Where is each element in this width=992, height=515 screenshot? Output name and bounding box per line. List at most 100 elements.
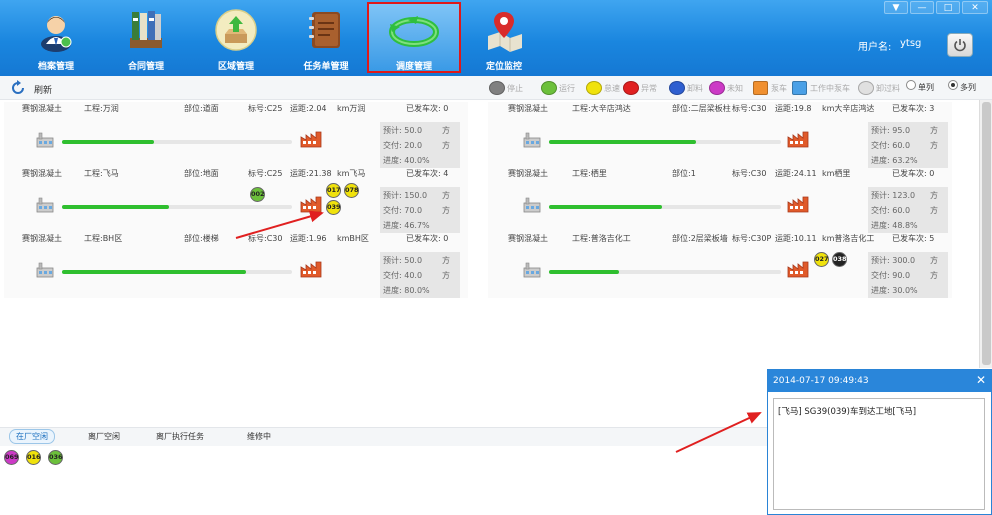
task-company: 赛钢混凝土 xyxy=(22,234,62,243)
truck-badge[interactable]: 036 xyxy=(48,450,63,465)
maximize-button[interactable]: □ xyxy=(936,1,960,14)
tab-out-plant-idle[interactable]: 离厂空闲 xyxy=(88,431,120,442)
task-part: 部位:楼梯 xyxy=(184,234,219,243)
progress-bar xyxy=(549,270,781,274)
nav-region[interactable]: 区域管理 xyxy=(194,4,278,72)
legend-swatch xyxy=(858,81,874,95)
scrollbar-thumb[interactable] xyxy=(982,102,991,365)
minimize-button[interactable]: — xyxy=(910,1,934,14)
truck-badge[interactable]: 038 xyxy=(832,252,847,267)
map-pin-icon xyxy=(482,8,526,52)
task-site-name: km栖里 xyxy=(822,169,851,178)
nav-label: 调度管理 xyxy=(395,62,432,72)
logout-button[interactable] xyxy=(947,33,973,57)
binders-icon xyxy=(124,8,168,52)
view-multi-label[interactable]: 多列 xyxy=(960,82,976,93)
top-nav-bar: ▼ — □ ✕ 档案管理 合同管理 区域管理 任务单管理 调度管理 定位监控 用… xyxy=(0,0,992,76)
task-trips: 已发车次: 5 xyxy=(892,234,935,243)
stat-unit: 方 xyxy=(930,126,938,135)
stat-unit: 方 xyxy=(442,191,450,200)
task-distance: 运距:1.96 xyxy=(290,234,327,243)
task-distance: 运距:2.04 xyxy=(290,104,327,113)
task-project: 工程:普洛吉化工 xyxy=(572,234,631,243)
legend-swatch xyxy=(586,81,602,95)
task-grade: 标号:C30 xyxy=(732,169,767,178)
close-icon[interactable]: ✕ xyxy=(976,373,986,387)
dropdown-button[interactable]: ▼ xyxy=(884,1,908,14)
legend-swatch xyxy=(623,81,639,95)
task-row[interactable]: 赛钢混凝土 工程:普洛吉化工 部位:2层梁板墙 标号:C30P 运距:10.11 km普洛… xyxy=(488,232,952,298)
legend-swatch xyxy=(489,81,505,95)
task-column-right: 赛钢混凝土 工程:大辛店鸿达 部位:二层梁板柱 标号:C30 运距:19.8 km大辛店鸿… xyxy=(488,102,952,298)
dispatch-app: ▼ — □ ✕ 档案管理 合同管理 区域管理 任务单管理 调度管理 定位监控 用… xyxy=(0,0,992,515)
truck-badge[interactable]: 002 xyxy=(250,187,265,202)
task-grade: 标号:C25 xyxy=(248,104,283,113)
task-stats-box: 预计: 50.0 方交付: 40.0 方进度: 80.0% xyxy=(380,252,460,298)
view-single-label[interactable]: 单列 xyxy=(918,82,934,93)
power-icon xyxy=(954,39,966,52)
stat-delivered: 交付: 20.0 xyxy=(383,141,423,150)
legend-label: 泵车 xyxy=(771,84,787,93)
nav-task-order[interactable]: 任务单管理 xyxy=(284,4,368,72)
nav-dispatch[interactable]: 调度管理 xyxy=(367,2,461,73)
task-grade: 标号:C25 xyxy=(248,169,283,178)
refresh-icon[interactable] xyxy=(10,80,26,96)
progress-fill xyxy=(549,205,663,209)
close-button[interactable]: ✕ xyxy=(962,1,988,14)
task-site-name: km飞马 xyxy=(337,169,366,178)
stat-unit: 方 xyxy=(442,141,450,150)
progress-fill xyxy=(62,205,170,209)
progress-bar xyxy=(549,205,781,209)
legend-label: 停止 xyxy=(507,84,523,93)
nav-archive[interactable]: 档案管理 xyxy=(14,4,98,72)
progress-bar xyxy=(62,205,292,209)
tab-in-plant-idle[interactable]: 在厂空闲 xyxy=(9,429,55,444)
task-company: 赛钢混凝土 xyxy=(22,104,62,113)
task-row[interactable]: 赛钢混凝土 工程:飞马 部位:地面 标号:C25 运距:21.38 km飞马 已发车次: 4… xyxy=(4,167,468,233)
truck-badge[interactable]: 017 xyxy=(326,183,341,198)
stat-progress: 进度: 80.0% xyxy=(383,286,430,295)
nav-location-monitor[interactable]: 定位监控 xyxy=(462,4,546,72)
window-controls: ▼ — □ ✕ xyxy=(884,1,988,14)
user-avatar-icon xyxy=(34,8,78,52)
concrete-plant-icon xyxy=(523,130,541,148)
task-part: 部位:地面 xyxy=(184,169,219,178)
refresh-button[interactable]: 刷新 xyxy=(34,83,52,96)
truck-badge[interactable]: 027 xyxy=(814,252,829,267)
nav-label: 合同管理 xyxy=(127,62,164,72)
notification-header: 2014-07-17 09:49:43 ✕ xyxy=(768,370,991,392)
progress-bar xyxy=(62,270,292,274)
stat-planned: 预计: 123.0 xyxy=(871,191,916,200)
stat-progress: 进度: 63.2% xyxy=(871,156,918,165)
tab-under-repair[interactable]: 维修中 xyxy=(247,431,271,442)
task-trips: 已发车次: 0 xyxy=(406,104,449,113)
stat-delivered: 交付: 60.0 xyxy=(871,206,911,215)
stat-planned: 预计: 150.0 xyxy=(383,191,428,200)
vertical-scrollbar[interactable] xyxy=(979,100,992,368)
task-project: 工程:大辛店鸿达 xyxy=(572,104,631,113)
truck-badge[interactable]: 039 xyxy=(326,200,341,215)
truck-badge[interactable]: 016 xyxy=(26,450,41,465)
notification-time: 2014-07-17 09:49:43 xyxy=(773,376,869,386)
stat-progress: 进度: 30.0% xyxy=(871,286,918,295)
stat-unit: 方 xyxy=(930,141,938,150)
concrete-plant-icon xyxy=(36,130,54,148)
task-row[interactable]: 赛钢混凝土 工程:万润 部位:道面 标号:C25 运距:2.04 km万润 已发车次: 0 预… xyxy=(4,102,468,168)
tab-out-plant-executing[interactable]: 离厂执行任务 xyxy=(156,431,204,442)
concrete-plant-icon xyxy=(36,260,54,278)
nav-contract[interactable]: 合同管理 xyxy=(104,4,188,72)
stat-unit: 方 xyxy=(930,191,938,200)
task-row[interactable]: 赛钢混凝土 工程:BH区 部位:楼梯 标号:C30 运距:1.96 kmBH区 已发车次: … xyxy=(4,232,468,298)
stat-unit: 方 xyxy=(442,206,450,215)
task-row[interactable]: 赛钢混凝土 工程:大辛店鸿达 部位:二层梁板柱 标号:C30 运距:19.8 km大辛店鸿… xyxy=(488,102,952,168)
task-row[interactable]: 赛钢混凝土 工程:栖里 部位:1 标号:C30 运距:24.11 km栖里 已发车次: 0 预… xyxy=(488,167,952,233)
legend-label: 未知 xyxy=(727,84,743,93)
view-multi-radio[interactable] xyxy=(948,80,958,90)
truck-badge[interactable]: 069 xyxy=(4,450,19,465)
notification-popup: 2014-07-17 09:49:43 ✕ [飞马] SG39(039)车到达工… xyxy=(767,369,992,515)
truck-badge[interactable]: 078 xyxy=(344,183,359,198)
view-single-radio[interactable] xyxy=(906,80,916,90)
progress-bar xyxy=(62,140,292,144)
task-trips: 已发车次: 0 xyxy=(406,234,449,243)
stat-planned: 预计: 300.0 xyxy=(871,256,916,265)
